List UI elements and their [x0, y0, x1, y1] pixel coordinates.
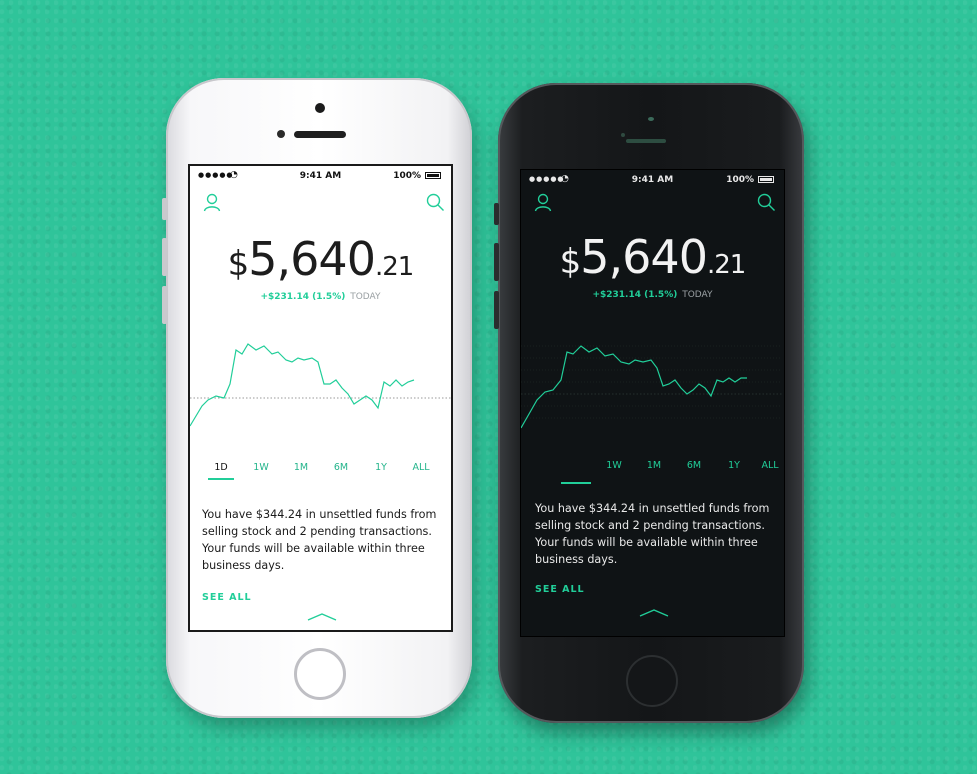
range-1m[interactable]: 1M	[286, 462, 316, 473]
volume-down-button	[162, 286, 167, 324]
home-button	[294, 648, 346, 700]
range-all[interactable]: ALL	[406, 462, 436, 473]
active-range-underline	[208, 478, 234, 480]
sensor	[621, 133, 625, 137]
profile-button[interactable]	[202, 192, 222, 212]
mute-switch	[162, 198, 167, 220]
portfolio-chart[interactable]	[521, 328, 782, 438]
balance-whole: 5,640	[248, 232, 376, 286]
see-all-link[interactable]: SEE ALL	[202, 592, 252, 603]
portfolio-chart[interactable]	[190, 336, 451, 446]
range-1w[interactable]: 1W	[246, 462, 276, 473]
currency-symbol: $	[559, 242, 582, 282]
chevron-up-icon[interactable]	[639, 608, 669, 618]
range-1y[interactable]: 1Y	[719, 460, 749, 471]
volume-down-button	[494, 291, 499, 329]
earpiece-speaker	[294, 131, 346, 138]
unsettled-funds-message: You have $344.24 in unsettled funds from…	[535, 502, 770, 566]
phone-light: ●●●●● ◔ 9:41 AM 100% $5,640.21 +$231.14 …	[162, 78, 472, 718]
see-all-link[interactable]: SEE ALL	[535, 584, 585, 595]
profile-button[interactable]	[533, 192, 553, 212]
search-button[interactable]	[756, 192, 776, 212]
currency-symbol: $	[227, 244, 250, 284]
balance-whole: 5,640	[580, 230, 708, 284]
home-button	[626, 655, 678, 707]
battery-icon	[425, 172, 441, 179]
range-selector: 1D 1W 1M 6M 1Y ALL	[190, 462, 451, 486]
status-bar: ●●●●● ◔ 9:41 AM 100%	[190, 170, 451, 186]
change-amount: +$231.14 (1.5%)	[592, 290, 678, 300]
battery-percent: 100%	[393, 171, 421, 181]
battery-icon	[758, 176, 774, 183]
range-6m[interactable]: 6M	[679, 460, 709, 471]
change-period: TODAY	[350, 292, 381, 302]
balance-cents: .21	[706, 250, 746, 280]
mute-switch	[494, 203, 499, 225]
app-screen: ●●●●● ◔ 9:41 AM 100% $5,640.21 +$231.14 …	[188, 164, 453, 632]
user-icon	[203, 193, 221, 212]
range-1y[interactable]: 1Y	[366, 462, 396, 473]
search-button[interactable]	[425, 192, 445, 212]
daily-change: +$231.14 (1.5%) TODAY	[190, 292, 451, 302]
daily-change: +$231.14 (1.5%) TODAY	[521, 290, 784, 300]
range-all[interactable]: ALL	[755, 460, 784, 471]
range-6m[interactable]: 6M	[326, 462, 356, 473]
search-icon	[757, 193, 775, 211]
user-icon	[534, 193, 552, 212]
front-camera	[315, 103, 325, 113]
battery-percent: 100%	[726, 175, 754, 185]
portfolio-balance: $5,640.21	[190, 232, 451, 286]
range-selector: 1W 1M 6M 1Y ALL	[521, 460, 784, 484]
phone-dark: ●●●●● ◔ 9:41 AM 100% $5,640.21 +$231.14 …	[494, 83, 804, 723]
sensor	[277, 130, 285, 138]
unsettled-funds-message: You have $344.24 in unsettled funds from…	[202, 508, 437, 572]
portfolio-balance: $5,640.21	[521, 230, 784, 284]
app-screen: ●●●●● ◔ 9:41 AM 100% $5,640.21 +$231.14 …	[520, 169, 785, 637]
earpiece-speaker	[626, 139, 666, 143]
status-bar: ●●●●● ◔ 9:41 AM 100%	[521, 174, 784, 190]
balance-cents: .21	[374, 252, 414, 282]
range-1m[interactable]: 1M	[639, 460, 669, 471]
change-period: TODAY	[682, 290, 713, 300]
range-1w[interactable]: 1W	[599, 460, 629, 471]
volume-up-button	[494, 243, 499, 281]
front-camera	[648, 117, 654, 121]
chevron-up-icon[interactable]	[307, 612, 337, 622]
price-line	[190, 343, 415, 427]
change-amount: +$231.14 (1.5%)	[260, 292, 346, 302]
volume-up-button	[162, 238, 167, 276]
range-1d[interactable]: 1D	[206, 462, 236, 473]
search-icon	[426, 193, 444, 211]
active-range-underline	[561, 482, 591, 484]
